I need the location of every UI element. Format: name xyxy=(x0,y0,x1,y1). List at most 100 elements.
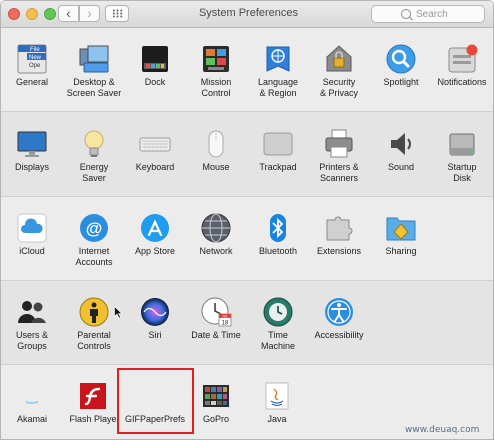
pref-label: Network xyxy=(199,246,233,256)
general-icon: File New Ope xyxy=(16,43,48,75)
spotlight-icon xyxy=(385,43,417,75)
search-input[interactable] xyxy=(416,7,482,21)
sharing-icon xyxy=(385,212,417,244)
pref-energy-saver[interactable]: Energy Saver xyxy=(64,128,124,184)
language-region-icon xyxy=(262,43,294,75)
desktop-screensaver-icon xyxy=(78,43,110,75)
akamai-icon xyxy=(16,380,48,412)
network-icon xyxy=(200,212,232,244)
pref-sharing[interactable]: Sharing xyxy=(371,212,431,257)
pref-gopro[interactable]: GoPro xyxy=(186,380,246,425)
pref-app-store[interactable]: App Store xyxy=(125,212,185,257)
pref-label: GoPro xyxy=(202,414,229,424)
highlight-box xyxy=(117,368,194,434)
pref-siri[interactable]: Siri xyxy=(125,296,185,341)
close-button[interactable] xyxy=(8,8,20,20)
pref-label: Displays xyxy=(14,162,49,172)
pref-dock[interactable]: Dock xyxy=(125,43,185,88)
svg-text:JUL: JUL xyxy=(222,314,228,318)
pref-label: Flash Playe xyxy=(69,414,117,424)
search-field[interactable] xyxy=(371,5,485,23)
pref-flash-player[interactable]: Flash Playe xyxy=(63,380,123,425)
time-machine-icon xyxy=(262,296,294,328)
bluetooth-icon xyxy=(262,212,294,244)
keyboard-icon xyxy=(139,128,171,160)
watermark: www.deuaq.com xyxy=(405,425,480,435)
svg-text:@: @ xyxy=(86,219,103,238)
trackpad-icon xyxy=(262,128,294,160)
zoom-button[interactable] xyxy=(44,8,56,20)
pref-spotlight[interactable]: Spotlight xyxy=(371,43,431,88)
extensions-icon xyxy=(323,212,355,244)
pref-label: Accessibility xyxy=(314,330,364,340)
back-button[interactable]: ‹ xyxy=(58,5,79,22)
pref-icloud[interactable]: iCloud xyxy=(2,212,62,257)
pref-bluetooth[interactable]: Bluetooth xyxy=(248,212,308,257)
pref-mission-control[interactable]: Mission Control xyxy=(186,43,246,99)
pref-accessibility[interactable]: Accessibility xyxy=(309,296,369,341)
pref-extensions[interactable]: Extensions xyxy=(309,212,369,257)
pref-keyboard[interactable]: Keyboard xyxy=(125,128,185,173)
pref-java[interactable]: Java xyxy=(247,380,307,425)
pref-label: Startup Disk xyxy=(447,162,477,183)
title-bar: ‹ › System Preferences xyxy=(1,1,493,28)
accessibility-icon xyxy=(323,296,355,328)
notifications-icon xyxy=(446,43,478,75)
security-privacy-icon xyxy=(323,43,355,75)
pref-mouse[interactable]: Mouse xyxy=(186,128,246,173)
users-groups-icon xyxy=(16,296,48,328)
mouse-cursor-icon xyxy=(114,305,123,324)
svg-text:New: New xyxy=(29,55,42,61)
pref-label: Spotlight xyxy=(383,77,419,87)
pref-users-groups[interactable]: Users & Groups xyxy=(2,296,62,352)
pref-label: Mission Control xyxy=(200,77,232,98)
pref-desktop-screen-saver[interactable]: Desktop & Screen Saver xyxy=(64,43,124,99)
energy-saver-icon xyxy=(78,128,110,160)
pref-security-privacy[interactable]: Security & Privacy xyxy=(309,43,369,99)
gopro-icon xyxy=(200,380,232,412)
pref-network[interactable]: Network xyxy=(186,212,246,257)
flash-player-icon xyxy=(77,380,109,412)
pref-parental-controls[interactable]: Parental Controls xyxy=(64,296,124,352)
pref-label: Mouse xyxy=(202,162,230,172)
pref-general[interactable]: File New Ope General xyxy=(2,43,62,88)
pref-date-time[interactable]: JUL 18 Date & Time xyxy=(186,296,246,341)
svg-text:File: File xyxy=(30,47,40,53)
pref-label: Dock xyxy=(144,77,166,87)
pref-label: Energy Saver xyxy=(79,162,109,183)
internet-accounts-icon: @ xyxy=(78,212,110,244)
pref-displays[interactable]: Displays xyxy=(2,128,62,173)
search-icon xyxy=(401,9,411,19)
pref-time-machine[interactable]: Time Machine xyxy=(248,296,308,352)
pref-notifications[interactable]: Notifications xyxy=(432,43,492,88)
pref-label: Extensions xyxy=(316,246,362,256)
app-store-icon xyxy=(139,212,171,244)
minimize-button[interactable] xyxy=(26,8,38,20)
pref-label: General xyxy=(15,77,49,87)
java-icon xyxy=(261,380,293,412)
pref-trackpad[interactable]: Trackpad xyxy=(248,128,308,173)
pref-internet-accounts[interactable]: @ Internet Accounts xyxy=(64,212,124,268)
pref-language-region[interactable]: Language & Region xyxy=(248,43,308,99)
pref-startup-disk[interactable]: Startup Disk xyxy=(432,128,492,184)
pref-label: Date & Time xyxy=(191,330,241,340)
mission-control-icon xyxy=(200,43,232,75)
pref-label: Trackpad xyxy=(259,162,297,172)
pref-label: App Store xyxy=(134,246,176,256)
siri-icon xyxy=(139,296,171,328)
show-all-button[interactable] xyxy=(105,5,129,22)
pref-label: Keyboard xyxy=(135,162,175,172)
svg-text:Ope: Ope xyxy=(29,63,41,69)
pref-label: Bluetooth xyxy=(258,246,298,256)
pref-label: Desktop & Screen Saver xyxy=(66,77,122,98)
svg-text:18: 18 xyxy=(222,321,229,327)
pref-label: Notifications xyxy=(437,77,487,87)
grid-icon xyxy=(112,9,123,18)
mouse-icon xyxy=(200,128,232,160)
pref-label: Language & Region xyxy=(257,77,299,98)
forward-button[interactable]: › xyxy=(79,5,100,22)
pref-printers-scanners[interactable]: Printers & Scanners xyxy=(309,128,369,184)
pref-akamai[interactable]: Akamai xyxy=(2,380,62,425)
date-time-icon: JUL 18 xyxy=(200,296,232,328)
pref-sound[interactable]: Sound xyxy=(371,128,431,173)
